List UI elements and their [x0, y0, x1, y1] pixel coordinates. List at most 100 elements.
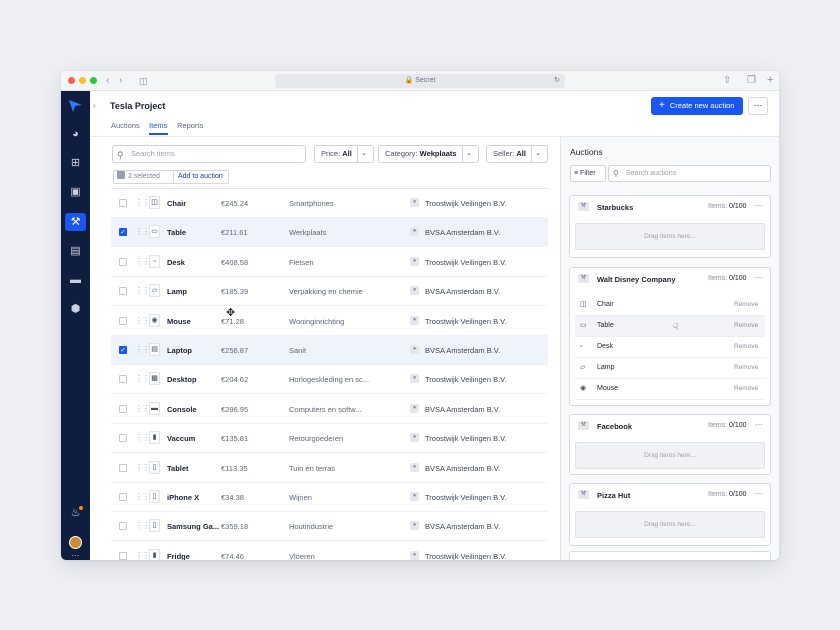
drag-handle-icon[interactable]: ⋮⋮ [135, 227, 150, 236]
table-row[interactable]: ✓ ⋮⋮ ▤ Laptop €256.87 Sanit ● BVSA Amsterdam B.… [111, 336, 548, 365]
remove-item-button[interactable]: Remove [734, 343, 758, 350]
drag-handle-icon[interactable]: ⋮⋮ [135, 521, 150, 530]
item-name[interactable]: Vaccum [167, 434, 195, 443]
remove-item-button[interactable]: Remove [734, 322, 758, 329]
table-row[interactable]: ⋮⋮ ▯ Tablet €113.35 Tuin en terras ● BVSA Amst… [111, 454, 548, 483]
card-icon[interactable]: ▬ [69, 274, 82, 287]
item-name[interactable]: Console [167, 405, 197, 414]
remove-item-button[interactable]: Remove [734, 364, 758, 371]
drag-handle-icon[interactable]: ⋮⋮ [135, 374, 150, 383]
item-name[interactable]: Mouse [167, 317, 191, 326]
new-tab-icon[interactable]: + [767, 74, 773, 86]
tab-reports[interactable]: Reports [177, 121, 203, 130]
sidebar-toggle-icon[interactable]: ◫ [139, 75, 148, 87]
row-checkbox[interactable]: ✓ [119, 228, 127, 237]
table-row[interactable]: ⋮⋮ ▮ Vaccum €135.81 Retourgoederen ● Troostwij… [111, 424, 548, 454]
row-checkbox[interactable] [119, 434, 127, 443]
row-checkbox[interactable] [119, 316, 127, 325]
row-checkbox[interactable] [119, 375, 127, 384]
forward-icon[interactable]: › [119, 75, 122, 87]
auction-gavel-icon[interactable]: ⚒ [65, 213, 86, 231]
item-name[interactable]: Desktop [167, 375, 197, 384]
card-more-icon[interactable]: ⋯ [755, 273, 763, 282]
add-to-auction-button[interactable]: Add to auction [173, 171, 223, 183]
table-row[interactable]: ⋮⋮ ▯ iPhone X €34.38 Wijnen ● Troostwijk Veili… [111, 483, 548, 512]
table-row[interactable]: ✓ ⋮⋮ ▭ Table €211.61 Werkplaats ● BVSA Amsterda… [111, 218, 548, 248]
item-name[interactable]: Lamp [167, 287, 187, 296]
row-checkbox[interactable] [119, 522, 127, 531]
deselect-checkbox[interactable] [117, 171, 125, 179]
item-name[interactable]: Table [167, 228, 186, 237]
drag-handle-icon[interactable]: ⋮⋮ [135, 316, 150, 325]
row-checkbox[interactable] [119, 257, 127, 266]
row-checkbox[interactable] [119, 287, 127, 296]
remove-item-button[interactable]: Remove [734, 385, 758, 392]
card-more-icon[interactable]: ⋯ [755, 420, 763, 429]
search-auctions-input[interactable]: ⚲ Search auctions [608, 165, 771, 182]
drag-handle-icon[interactable]: ⋮⋮ [135, 433, 150, 442]
tab-auctions[interactable]: Auctions [111, 121, 140, 130]
expand-sidebar-icon[interactable]: › [93, 101, 96, 110]
table-row[interactable]: ⋮⋮ ◉ Mouse €71.28 Woninginrichting ● Troostwij… [111, 307, 548, 336]
drop-zone[interactable]: Drag items here... [575, 223, 765, 250]
search-items-input[interactable]: ⚲ Search items [112, 145, 306, 163]
drag-handle-icon[interactable]: ⋮⋮ [135, 404, 150, 413]
more-options-button[interactable]: ⋯ [748, 97, 768, 115]
back-icon[interactable]: ‹ [106, 75, 109, 87]
item-name[interactable]: iPhone X [167, 493, 199, 502]
share-icon[interactable]: ⇧ [723, 75, 731, 87]
table-row[interactable]: ⋮⋮ ▬ Console €296.95 Computers en softw... ● B… [111, 395, 548, 424]
address-bar[interactable]: 🔒 Secret ↻ [275, 74, 565, 88]
drag-handle-icon[interactable]: ⋮⋮ [135, 257, 150, 266]
seller-filter-dropdown[interactable]: Seller: All ⌄ [486, 145, 548, 163]
selected-count[interactable]: 2 selected [117, 171, 160, 183]
row-checkbox[interactable] [119, 493, 127, 501]
auction-card[interactable]: ⚒ Pizza Hut Items: 0/100 ⋯ Drag items here..… [569, 483, 771, 546]
more-icon[interactable]: ⋯ [69, 549, 82, 560]
category-filter-dropdown[interactable]: Category: Wekplaats ⌄ [378, 145, 479, 163]
remove-item-button[interactable]: Remove [734, 301, 758, 308]
item-name[interactable]: Chair [167, 199, 186, 208]
auction-card[interactable]: ⚒ Starbucks Items: 0/100 ⋯ Drag items here..… [569, 195, 771, 258]
table-row[interactable]: ⋮⋮ ▩ Desktop €204.62 Horlogeskleding en sc..… [111, 365, 548, 395]
drag-handle-icon[interactable]: ⋮⋮ [135, 198, 150, 207]
card-more-icon[interactable]: ⋯ [755, 201, 763, 210]
table-row[interactable]: ⋮⋮ ▯ Samsung Ga... €359.18 Houtindustrie ● BVS… [111, 512, 548, 542]
drag-handle-icon[interactable]: ⋮⋮ [135, 551, 150, 560]
auction-card[interactable]: ⚒ Facebook Items: 0/100 ⋯ Drag items here... [569, 414, 771, 475]
drag-handle-icon[interactable]: ⋮⋮ [135, 492, 150, 501]
minimize-window-button[interactable] [79, 77, 86, 84]
close-window-button[interactable] [68, 77, 75, 84]
item-name[interactable]: Fridge [167, 552, 190, 560]
tab-items[interactable]: Items [149, 121, 167, 130]
grid-icon[interactable]: ⊞ [69, 157, 82, 170]
drag-handle-icon[interactable]: ⋮⋮ [135, 345, 150, 354]
auction-card[interactable] [569, 551, 771, 560]
zoom-window-button[interactable] [90, 77, 97, 84]
package-icon[interactable]: ⬢ [69, 303, 82, 316]
auction-item[interactable]: ▭ Table ☟ Remove [575, 316, 765, 337]
drag-handle-icon[interactable]: ⋮⋮ [135, 463, 150, 472]
drag-handle-icon[interactable]: ⋮⋮ [135, 286, 150, 295]
auction-item[interactable]: ◉ Mouse Remove [575, 379, 765, 400]
auctions-filter-button[interactable]: ≡ Filter [570, 165, 606, 182]
price-filter-dropdown[interactable]: Price: All ⌄ [314, 145, 374, 163]
auction-card[interactable]: ⚒ Walt Disney Company Items: 0/100 ⋯ ◫ Chair R… [569, 267, 771, 406]
auction-item[interactable]: ◫ Chair Remove [575, 295, 765, 316]
drop-zone[interactable]: Drag items here... [575, 511, 765, 538]
row-checkbox[interactable] [119, 404, 127, 413]
table-row[interactable]: ⋮⋮ ▮ Fridge €74.46 Vloeren ● Troostwijk Veilin… [111, 542, 548, 560]
table-row[interactable]: ⋮⋮ ▫ Desk €408.58 Fietsen ● Troostwijk Veiling… [111, 248, 548, 277]
table-row[interactable]: ⋮⋮ ▱ Lamp €185.39 Verpakking en chemie ● BVSA … [111, 277, 548, 307]
row-checkbox[interactable] [119, 463, 127, 472]
avatar[interactable] [69, 536, 82, 549]
create-auction-button[interactable]: + Create new auction [651, 97, 743, 115]
item-name[interactable]: Desk [167, 258, 185, 267]
card-more-icon[interactable]: ⋯ [755, 489, 763, 498]
tabs-overview-icon[interactable]: ❐ [747, 75, 756, 87]
item-name[interactable]: Laptop [167, 346, 192, 355]
dashboard-icon[interactable]: ◕ [69, 128, 82, 141]
item-name[interactable]: Samsung Ga... [167, 522, 219, 531]
auction-item[interactable]: ▫ Desk Remove [575, 337, 765, 358]
row-checkbox[interactable]: ✓ [119, 346, 127, 354]
